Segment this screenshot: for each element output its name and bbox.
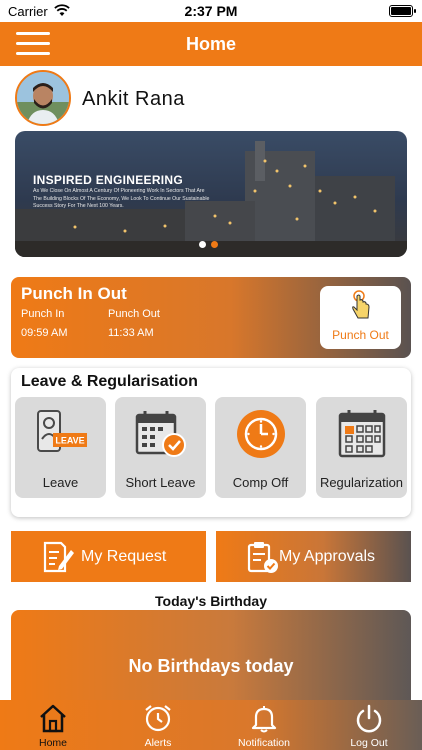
punch-title: Punch In Out <box>21 284 127 303</box>
battery-icon <box>389 5 416 17</box>
short-leave-tile[interactable]: Short Leave <box>115 397 206 498</box>
punch-out-label: Punch Out <box>108 308 160 320</box>
nav-alerts[interactable]: Alerts <box>105 700 211 750</box>
comp-off-tile-label: Comp Off <box>232 475 289 490</box>
nav-notification[interactable]: Notification <box>211 700 317 750</box>
leave-form-icon: LEAVE <box>37 410 87 452</box>
comp-off-tile[interactable]: Comp Off <box>215 397 306 498</box>
birthday-section-title: Today's Birthday <box>155 593 267 609</box>
nav-home[interactable]: Home <box>0 700 106 750</box>
edit-document-icon <box>43 541 74 573</box>
nav-notification-label: Notification <box>238 737 290 749</box>
carousel-dots[interactable] <box>199 235 223 253</box>
nav-logout[interactable]: Log Out <box>316 700 422 750</box>
bottom-nav: Home Alerts Notification Log Out <box>0 700 422 750</box>
leave-section-title: Leave & Regularisation <box>21 373 198 390</box>
bell-icon <box>251 706 277 733</box>
app-header: Home <box>0 22 422 66</box>
leave-regularisation-card: Leave & Regularisation LEAVE Leave Short… <box>11 368 411 517</box>
regularization-tile[interactable]: Regularization <box>316 397 407 498</box>
leave-tile[interactable]: LEAVE Leave <box>15 397 106 498</box>
leave-tile-label: Leave <box>42 475 79 490</box>
leave-badge: LEAVE <box>55 436 84 446</box>
clock-icon <box>237 410 285 458</box>
my-approvals-button[interactable]: My Approvals <box>216 531 411 582</box>
birthday-message: No Birthdays today <box>128 656 294 676</box>
regularization-tile-label: Regularization <box>319 475 404 490</box>
avatar[interactable] <box>15 70 71 126</box>
home-icon <box>40 704 66 733</box>
punch-out-button-label: Punch Out <box>332 328 389 342</box>
user-name: Ankit Rana <box>82 88 185 110</box>
nav-home-label: Home <box>38 737 67 749</box>
punch-in-time: 09:59 AM <box>21 327 68 339</box>
punch-in-label: Punch In <box>21 308 65 320</box>
status-time: 2:37 PM <box>184 3 238 19</box>
status-bar: Carrier 2:37 PM <box>0 0 422 22</box>
calendar-grid-icon <box>338 410 386 458</box>
banner-title: INSPIRED ENGINEERING <box>33 173 184 187</box>
calendar-check-icon <box>135 411 186 457</box>
avatar-photo <box>17 72 69 124</box>
punch-card: Punch In Out Punch In 09:59 AM Punch Out… <box>11 277 411 358</box>
birthday-card: No Birthdays today <box>11 610 411 705</box>
carousel-dot[interactable] <box>199 241 206 248</box>
short-leave-tile-label: Short Leave <box>125 475 196 490</box>
touch-hand-icon <box>352 290 370 319</box>
promo-banner[interactable]: INSPIRED ENGINEERING As We Close On Almo… <box>15 131 407 257</box>
banner-text: As We Close On Almost A Century Of Pione… <box>33 188 210 209</box>
nav-logout-label: Log Out <box>350 737 388 749</box>
power-icon <box>356 704 382 733</box>
punch-out-time: 11:33 AM <box>108 327 154 339</box>
my-request-label: My Request <box>81 548 167 565</box>
nav-alerts-label: Alerts <box>144 737 172 749</box>
carousel-dot-active[interactable] <box>211 241 218 248</box>
approval-clipboard-icon <box>247 542 278 573</box>
alarm-clock-icon <box>145 705 171 732</box>
punch-out-button[interactable]: Punch Out <box>320 286 401 349</box>
page-title: Home <box>185 34 236 54</box>
my-approvals-label: My Approvals <box>279 548 376 565</box>
my-request-button[interactable]: My Request <box>11 531 206 582</box>
